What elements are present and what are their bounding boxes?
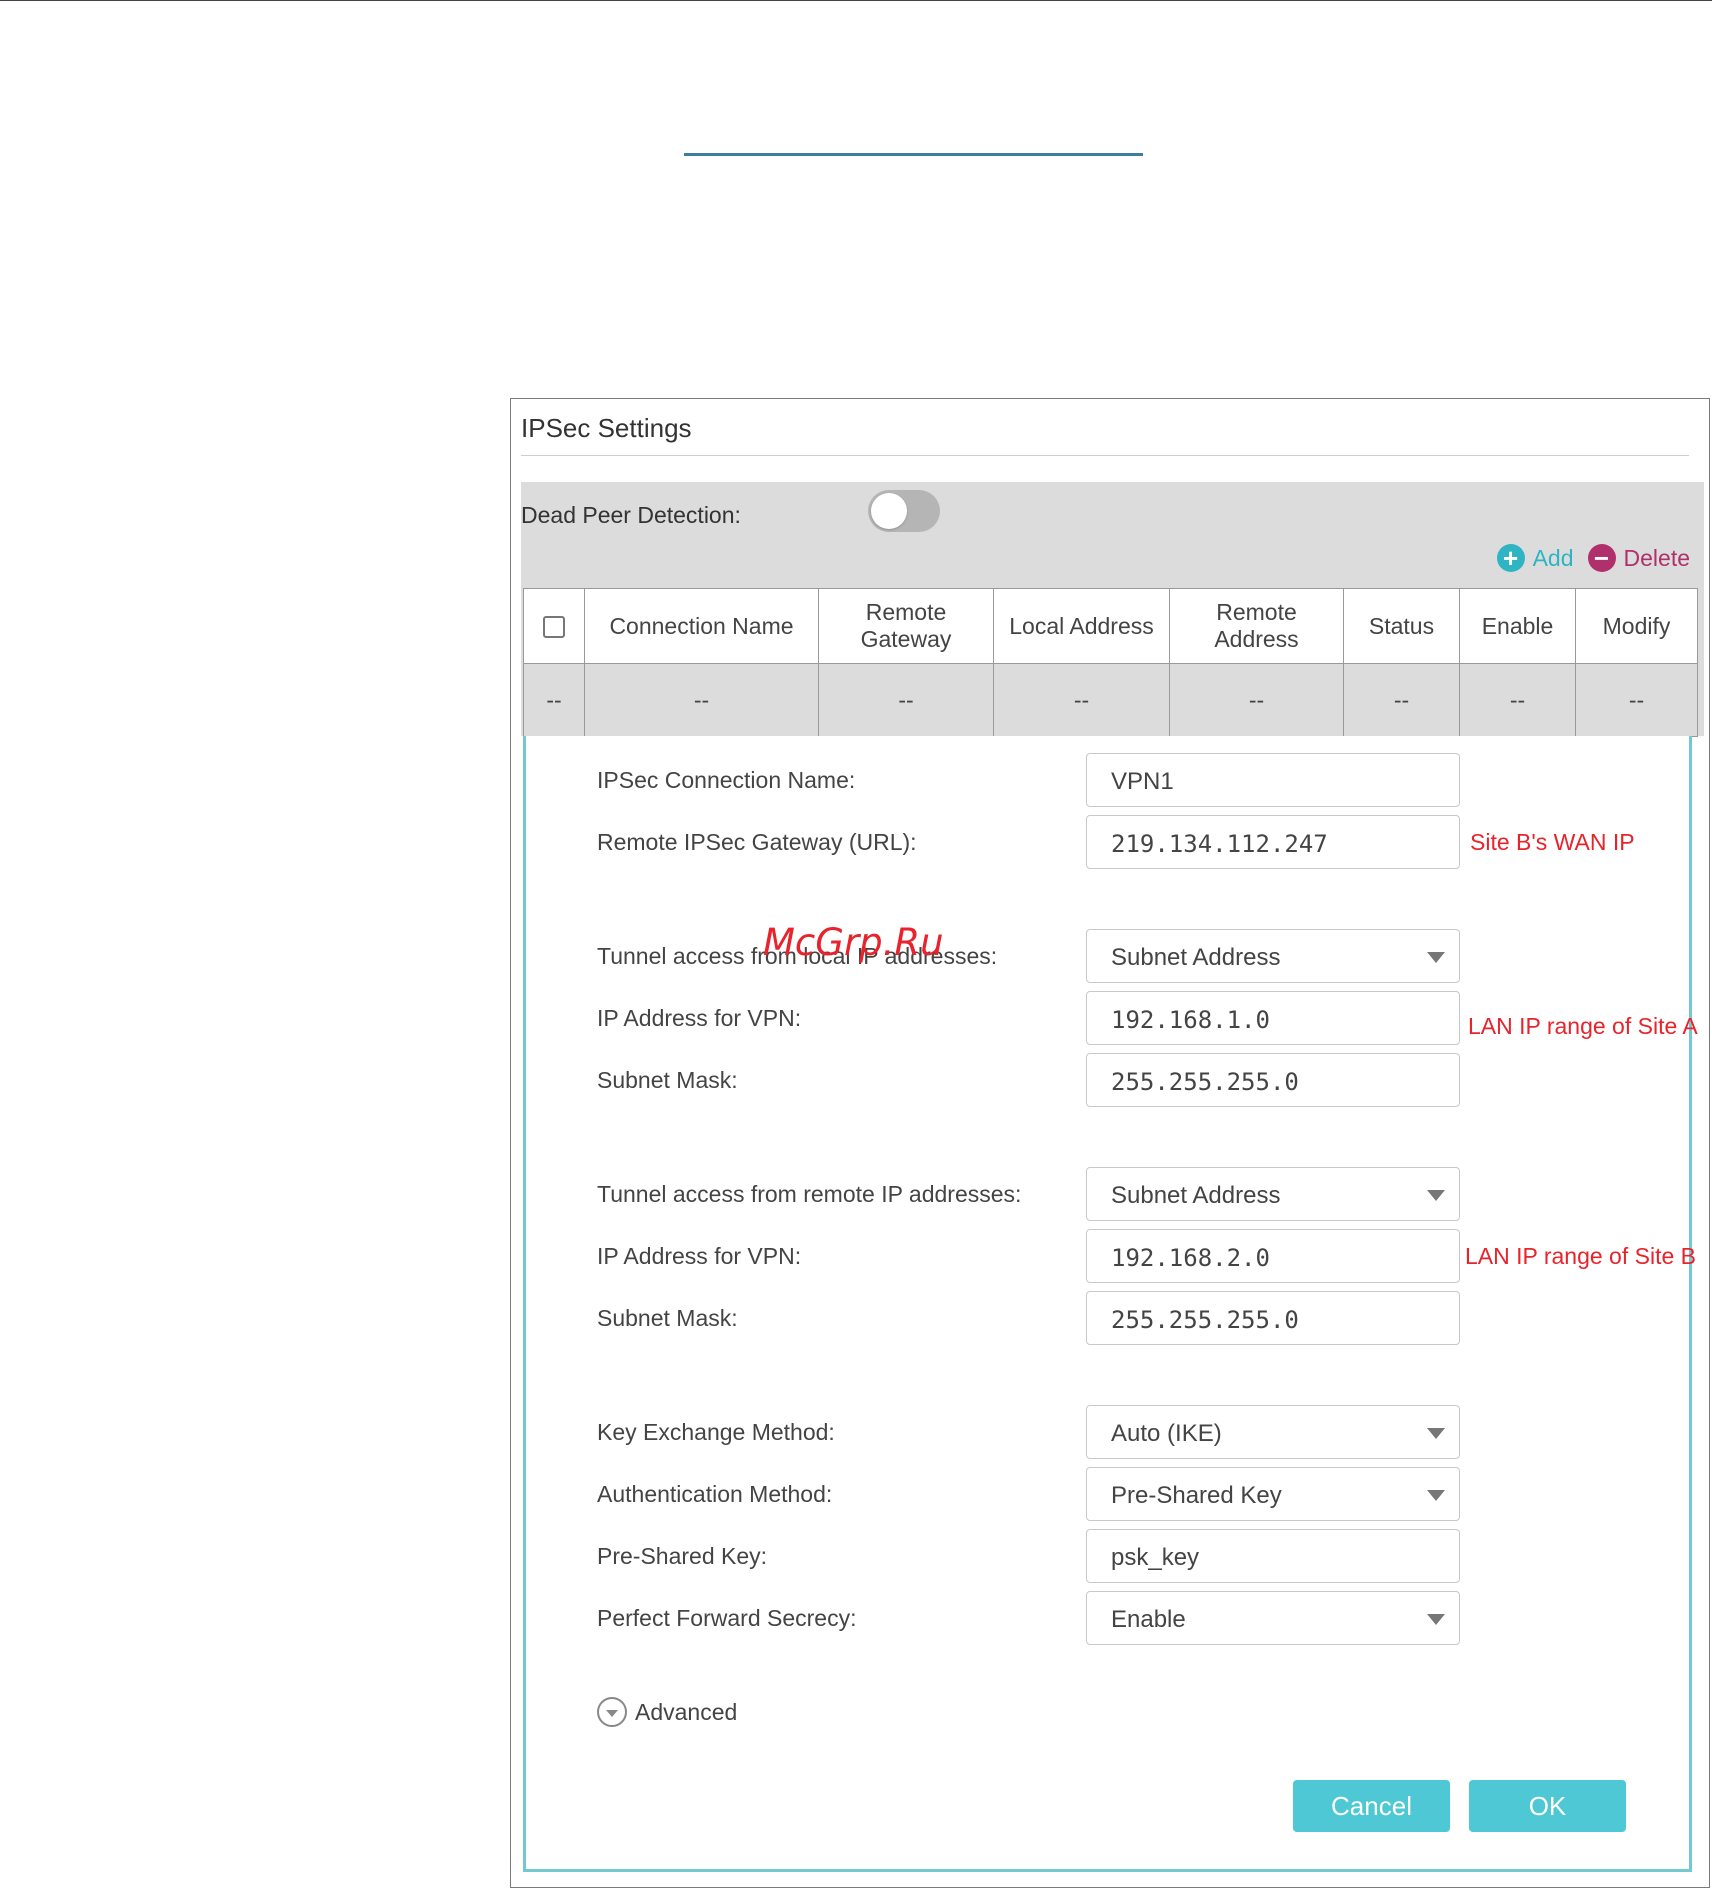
pfs-label: Perfect Forward Secrecy: [597, 1605, 857, 1631]
select-all-cell [523, 588, 585, 664]
table-cell: -- [523, 663, 585, 737]
ipsec-connections-table: Connection Name Remote Gateway Local Addr… [523, 588, 1698, 737]
local-mask-row: Subnet Mask: 255.255.255.0 [526, 1053, 1689, 1109]
table-cell: -- [1343, 663, 1460, 737]
panel-title: IPSec Settings [521, 413, 692, 443]
col-status: Status [1343, 588, 1460, 664]
add-label: Add [1532, 544, 1574, 571]
local-ip-row: IP Address for VPN: 192.168.1.0 LAN IP r… [526, 991, 1698, 1047]
remote-access-label: Tunnel access from remote IP addresses: [597, 1181, 1022, 1207]
remote-gateway-note: Site B's WAN IP [1470, 829, 1635, 855]
table-cell: -- [1459, 663, 1576, 737]
remote-gateway-label: Remote IPSec Gateway (URL): [597, 829, 917, 855]
local-ip-input[interactable]: 192.168.1.0 [1086, 991, 1460, 1045]
table-cell: -- [584, 663, 819, 737]
title-divider [521, 455, 1689, 456]
col-local-address: Local Address [993, 588, 1170, 664]
table-header-row: Connection Name Remote Gateway Local Addr… [523, 588, 1698, 664]
key-exchange-label: Key Exchange Method: [597, 1419, 835, 1445]
local-mask-label: Subnet Mask: [597, 1067, 738, 1093]
table-actions: + Add − Delete [1483, 544, 1690, 572]
chevron-down-icon [1427, 952, 1445, 963]
local-access-select[interactable]: Subnet Address [1086, 929, 1460, 983]
auth-method-row: Authentication Method: Pre-Shared Key [526, 1467, 1689, 1523]
connection-name-label: IPSec Connection Name: [597, 767, 856, 793]
chevron-down-icon [1427, 1614, 1445, 1625]
pfs-value: Enable [1111, 1606, 1186, 1633]
minus-circle-icon: − [1587, 544, 1616, 572]
add-button[interactable]: + Add [1496, 544, 1574, 572]
heading-underline [684, 153, 1143, 156]
ok-button[interactable]: OK [1469, 1780, 1626, 1832]
pfs-select[interactable]: Enable [1086, 1591, 1460, 1645]
chevron-down-icon [1427, 1490, 1445, 1501]
key-exchange-row: Key Exchange Method: Auto (IKE) [526, 1405, 1689, 1461]
remote-ip-input[interactable]: 192.168.2.0 [1086, 1229, 1460, 1283]
remote-ip-note: LAN IP range of Site B [1465, 1243, 1696, 1269]
dead-peer-detection-toggle[interactable] [868, 490, 940, 532]
chevron-down-icon [1427, 1190, 1445, 1201]
table-cell: -- [818, 663, 994, 737]
connection-name-input[interactable]: VPN1 [1086, 753, 1460, 807]
ipsec-edit-form: IPSec Connection Name: VPN1 Remote IPSec… [523, 736, 1698, 1872]
cancel-button[interactable]: Cancel [1293, 1780, 1450, 1832]
local-access-value: Subnet Address [1111, 944, 1281, 971]
auth-method-select[interactable]: Pre-Shared Key [1086, 1467, 1460, 1521]
page-top-rule [0, 0, 1712, 1]
remote-mask-label: Subnet Mask: [597, 1305, 738, 1331]
col-enable: Enable [1459, 588, 1576, 664]
psk-label: Pre-Shared Key: [597, 1543, 768, 1569]
auth-method-value: Pre-Shared Key [1111, 1482, 1282, 1509]
connection-name-row: IPSec Connection Name: VPN1 [526, 753, 1689, 809]
remote-mask-input[interactable]: 255.255.255.0 [1086, 1291, 1460, 1345]
remote-mask-row: Subnet Mask: 255.255.255.0 [526, 1291, 1689, 1347]
local-access-row: Tunnel access from local IP addresses: S… [526, 929, 1689, 985]
col-remote-gateway: Remote Gateway [818, 588, 994, 664]
remote-access-value: Subnet Address [1111, 1182, 1281, 1209]
delete-label: Delete [1623, 544, 1690, 571]
key-exchange-select[interactable]: Auto (IKE) [1086, 1405, 1460, 1459]
remote-ip-row: IP Address for VPN: 192.168.2.0 LAN IP r… [526, 1229, 1696, 1285]
ipsec-list-area: Dead Peer Detection: + Add − Delete Conn… [521, 482, 1704, 737]
delete-button[interactable]: − Delete [1587, 544, 1690, 572]
col-connection-name: Connection Name [584, 588, 819, 664]
remote-access-row: Tunnel access from remote IP addresses: … [526, 1167, 1689, 1223]
key-exchange-value: Auto (IKE) [1111, 1420, 1222, 1447]
plus-circle-icon: + [1496, 544, 1525, 572]
dead-peer-detection-label: Dead Peer Detection: [521, 502, 741, 528]
psk-row: Pre-Shared Key: psk_key [526, 1529, 1689, 1585]
local-ip-note: LAN IP range of Site A [1468, 1013, 1698, 1039]
ipsec-settings-panel: IPSec Settings Dead Peer Detection: + Ad… [510, 398, 1710, 1888]
auth-method-label: Authentication Method: [597, 1481, 833, 1507]
table-row: -- -- -- -- -- -- -- -- [523, 663, 1698, 737]
remote-gateway-input[interactable]: 219.134.112.247 [1086, 815, 1460, 869]
advanced-label: Advanced [635, 1698, 738, 1725]
chevron-down-icon [1427, 1428, 1445, 1439]
remote-ip-label: IP Address for VPN: [597, 1243, 802, 1269]
col-modify: Modify [1575, 588, 1698, 664]
select-all-checkbox[interactable] [543, 616, 565, 639]
advanced-toggle[interactable]: Advanced [597, 1697, 737, 1727]
local-mask-input[interactable]: 255.255.255.0 [1086, 1053, 1460, 1107]
toggle-knob [871, 493, 907, 529]
pfs-row: Perfect Forward Secrecy: Enable [526, 1591, 1689, 1647]
local-access-label: Tunnel access from local IP addresses: [597, 943, 998, 969]
local-ip-label: IP Address for VPN: [597, 1005, 802, 1031]
psk-input[interactable]: psk_key [1086, 1529, 1460, 1583]
remote-access-select[interactable]: Subnet Address [1086, 1167, 1460, 1221]
table-cell: -- [993, 663, 1170, 737]
table-cell: -- [1575, 663, 1698, 737]
chevron-circle-down-icon [597, 1697, 627, 1727]
remote-gateway-row: Remote IPSec Gateway (URL): 219.134.112.… [526, 815, 1689, 871]
table-cell: -- [1169, 663, 1344, 737]
col-remote-address: Remote Address [1169, 588, 1344, 664]
